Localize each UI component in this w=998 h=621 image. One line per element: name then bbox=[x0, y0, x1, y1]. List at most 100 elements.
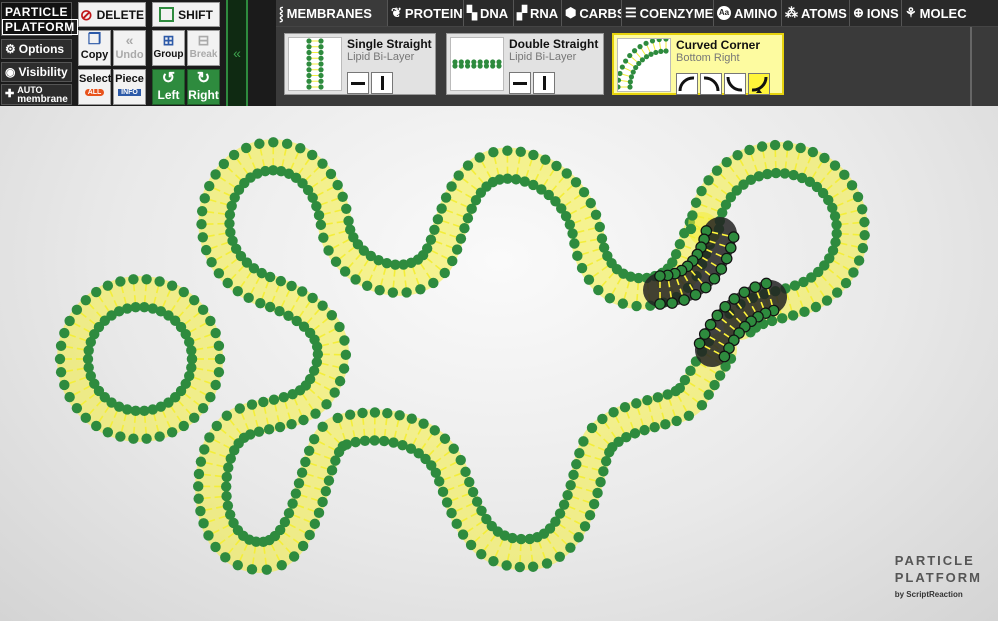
delete-button[interactable]: ⊘ DELETE bbox=[78, 2, 146, 27]
orientation-vertical-button[interactable] bbox=[533, 72, 555, 94]
lipid-head bbox=[840, 277, 852, 289]
lipid-head bbox=[663, 48, 669, 54]
lipid-head bbox=[429, 425, 440, 436]
rotate-right-button[interactable]: ↻ Right bbox=[187, 69, 220, 105]
lipid-head bbox=[633, 64, 639, 71]
lipid-head bbox=[853, 255, 865, 266]
lipid-head bbox=[689, 288, 702, 301]
piece-subtitle: Lipid Bi-Layer bbox=[347, 51, 415, 63]
options-button[interactable]: ⚙ Options bbox=[1, 39, 72, 59]
auto-membrane-button[interactable]: ✚ AUTO membrane bbox=[1, 84, 72, 105]
lipid-head bbox=[345, 224, 356, 235]
membrane-canvas[interactable]: PARTICLE PLATFORM by ScriptReaction bbox=[0, 106, 998, 621]
lipid-head bbox=[687, 210, 698, 221]
tab-amino[interactable]: Aa AMINO bbox=[714, 0, 782, 26]
lipid-head bbox=[330, 256, 342, 267]
visibility-button[interactable]: ◉ Visibility bbox=[1, 62, 72, 82]
lipid-head bbox=[679, 374, 691, 386]
membrane-scene[interactable] bbox=[0, 106, 998, 621]
lipid-head bbox=[653, 49, 659, 56]
tab-molecules[interactable]: ⚘ MOLEC bbox=[902, 0, 998, 26]
watermark-line-1: PARTICLE bbox=[894, 553, 975, 568]
lipid-head bbox=[744, 144, 755, 156]
lipid-head bbox=[447, 255, 458, 267]
lipid-head bbox=[318, 232, 329, 243]
lipid-head bbox=[631, 300, 642, 312]
lipid-head bbox=[91, 286, 102, 298]
orientation-horizontal-button[interactable] bbox=[509, 72, 531, 94]
corner-bottom-right-button[interactable] bbox=[748, 73, 770, 95]
lipid-head bbox=[436, 203, 447, 214]
lipid-head bbox=[590, 209, 602, 220]
lipid-head bbox=[569, 238, 580, 249]
undo-button[interactable]: « Undo bbox=[113, 30, 146, 66]
lipid-head bbox=[690, 197, 702, 208]
lipid-head bbox=[429, 224, 440, 235]
piece-subtitle: Bottom Right bbox=[676, 52, 740, 64]
lipid-head bbox=[683, 410, 695, 421]
lipid-head bbox=[128, 433, 139, 444]
piece-info-badge: INFO bbox=[118, 89, 141, 96]
lipid-head bbox=[779, 168, 791, 179]
lipid-head bbox=[306, 84, 312, 90]
lipid-head bbox=[631, 48, 638, 54]
tab-carbs[interactable]: ⬢ CARBS bbox=[562, 0, 622, 26]
lipid-head bbox=[210, 541, 221, 553]
orientation-vertical-button[interactable] bbox=[371, 72, 393, 94]
lipid-head bbox=[204, 180, 215, 192]
lipid-head bbox=[387, 287, 399, 298]
orientation-horizontal-button[interactable] bbox=[347, 72, 369, 94]
rotate-left-button[interactable]: ↺ Left bbox=[152, 69, 185, 105]
piece-card-single-straight[interactable]: Single Straight Lipid Bi-Layer bbox=[284, 33, 436, 95]
lipid-head bbox=[477, 59, 483, 65]
lipid-head bbox=[488, 147, 499, 158]
tab-ions[interactable]: ⊕ IONS bbox=[850, 0, 902, 26]
lipid-head bbox=[572, 250, 583, 262]
lipid-head bbox=[401, 287, 412, 298]
lipid-head bbox=[276, 559, 287, 571]
copy-button[interactable]: ❐ Copy bbox=[78, 30, 111, 66]
rotate-left-icon: ↺ bbox=[161, 70, 176, 87]
tab-membranes[interactable]: ⸾ MEMBRANES bbox=[276, 0, 388, 26]
lipid-head bbox=[579, 521, 591, 532]
lipid-head bbox=[819, 152, 830, 164]
lipid-head bbox=[732, 150, 743, 161]
lipid-head bbox=[699, 281, 712, 294]
corner-top-right-button[interactable] bbox=[700, 73, 722, 95]
tab-proteins[interactable]: ❦ PROTEINS bbox=[388, 0, 464, 26]
lipid-head bbox=[448, 443, 459, 454]
vertical-bar-icon bbox=[381, 76, 384, 90]
lipid-head bbox=[406, 413, 417, 424]
collapse-panel-toggle[interactable]: « bbox=[226, 0, 248, 106]
lipid-head bbox=[102, 280, 114, 291]
piece-card-curved-corner[interactable]: Curved Corner Bottom Right bbox=[612, 33, 784, 95]
shift-button[interactable]: SHIFT bbox=[152, 2, 220, 27]
lipid-head bbox=[561, 168, 572, 179]
lipid-head bbox=[309, 518, 321, 530]
lipid-head bbox=[703, 389, 714, 400]
lipid-head bbox=[519, 176, 530, 187]
lipid-head bbox=[196, 205, 208, 217]
lipid-head bbox=[115, 276, 126, 287]
lipid-head bbox=[261, 564, 272, 575]
tab-rna[interactable]: ▞ RNA bbox=[514, 0, 562, 26]
lipid-head bbox=[496, 59, 502, 65]
lipid-head bbox=[629, 428, 641, 439]
break-button[interactable]: ⊟ Break bbox=[187, 30, 220, 66]
tab-label: IONS bbox=[866, 5, 899, 21]
lipid-head bbox=[604, 293, 616, 304]
select-all-button[interactable]: Select ALL bbox=[78, 69, 111, 105]
corner-bottom-left-button[interactable] bbox=[724, 73, 746, 95]
group-button[interactable]: ⊞ Group bbox=[152, 30, 185, 66]
lipid-head bbox=[286, 280, 297, 292]
corner-top-left-button[interactable] bbox=[676, 73, 698, 95]
piece-info-button[interactable]: Piece INFO bbox=[113, 69, 146, 105]
tab-coenzymes[interactable]: ☰ COENZYME bbox=[622, 0, 714, 26]
copy-icon: ❐ bbox=[87, 31, 102, 48]
tab-atoms[interactable]: ⁂ ATOMS bbox=[782, 0, 850, 26]
lipid-head bbox=[359, 435, 371, 446]
piece-card-double-straight[interactable]: Double Straight Lipid Bi-Layer bbox=[446, 33, 604, 95]
lipid-head bbox=[232, 285, 243, 297]
lipid-head bbox=[71, 402, 83, 414]
tab-dna[interactable]: ▚ DNA bbox=[464, 0, 514, 26]
